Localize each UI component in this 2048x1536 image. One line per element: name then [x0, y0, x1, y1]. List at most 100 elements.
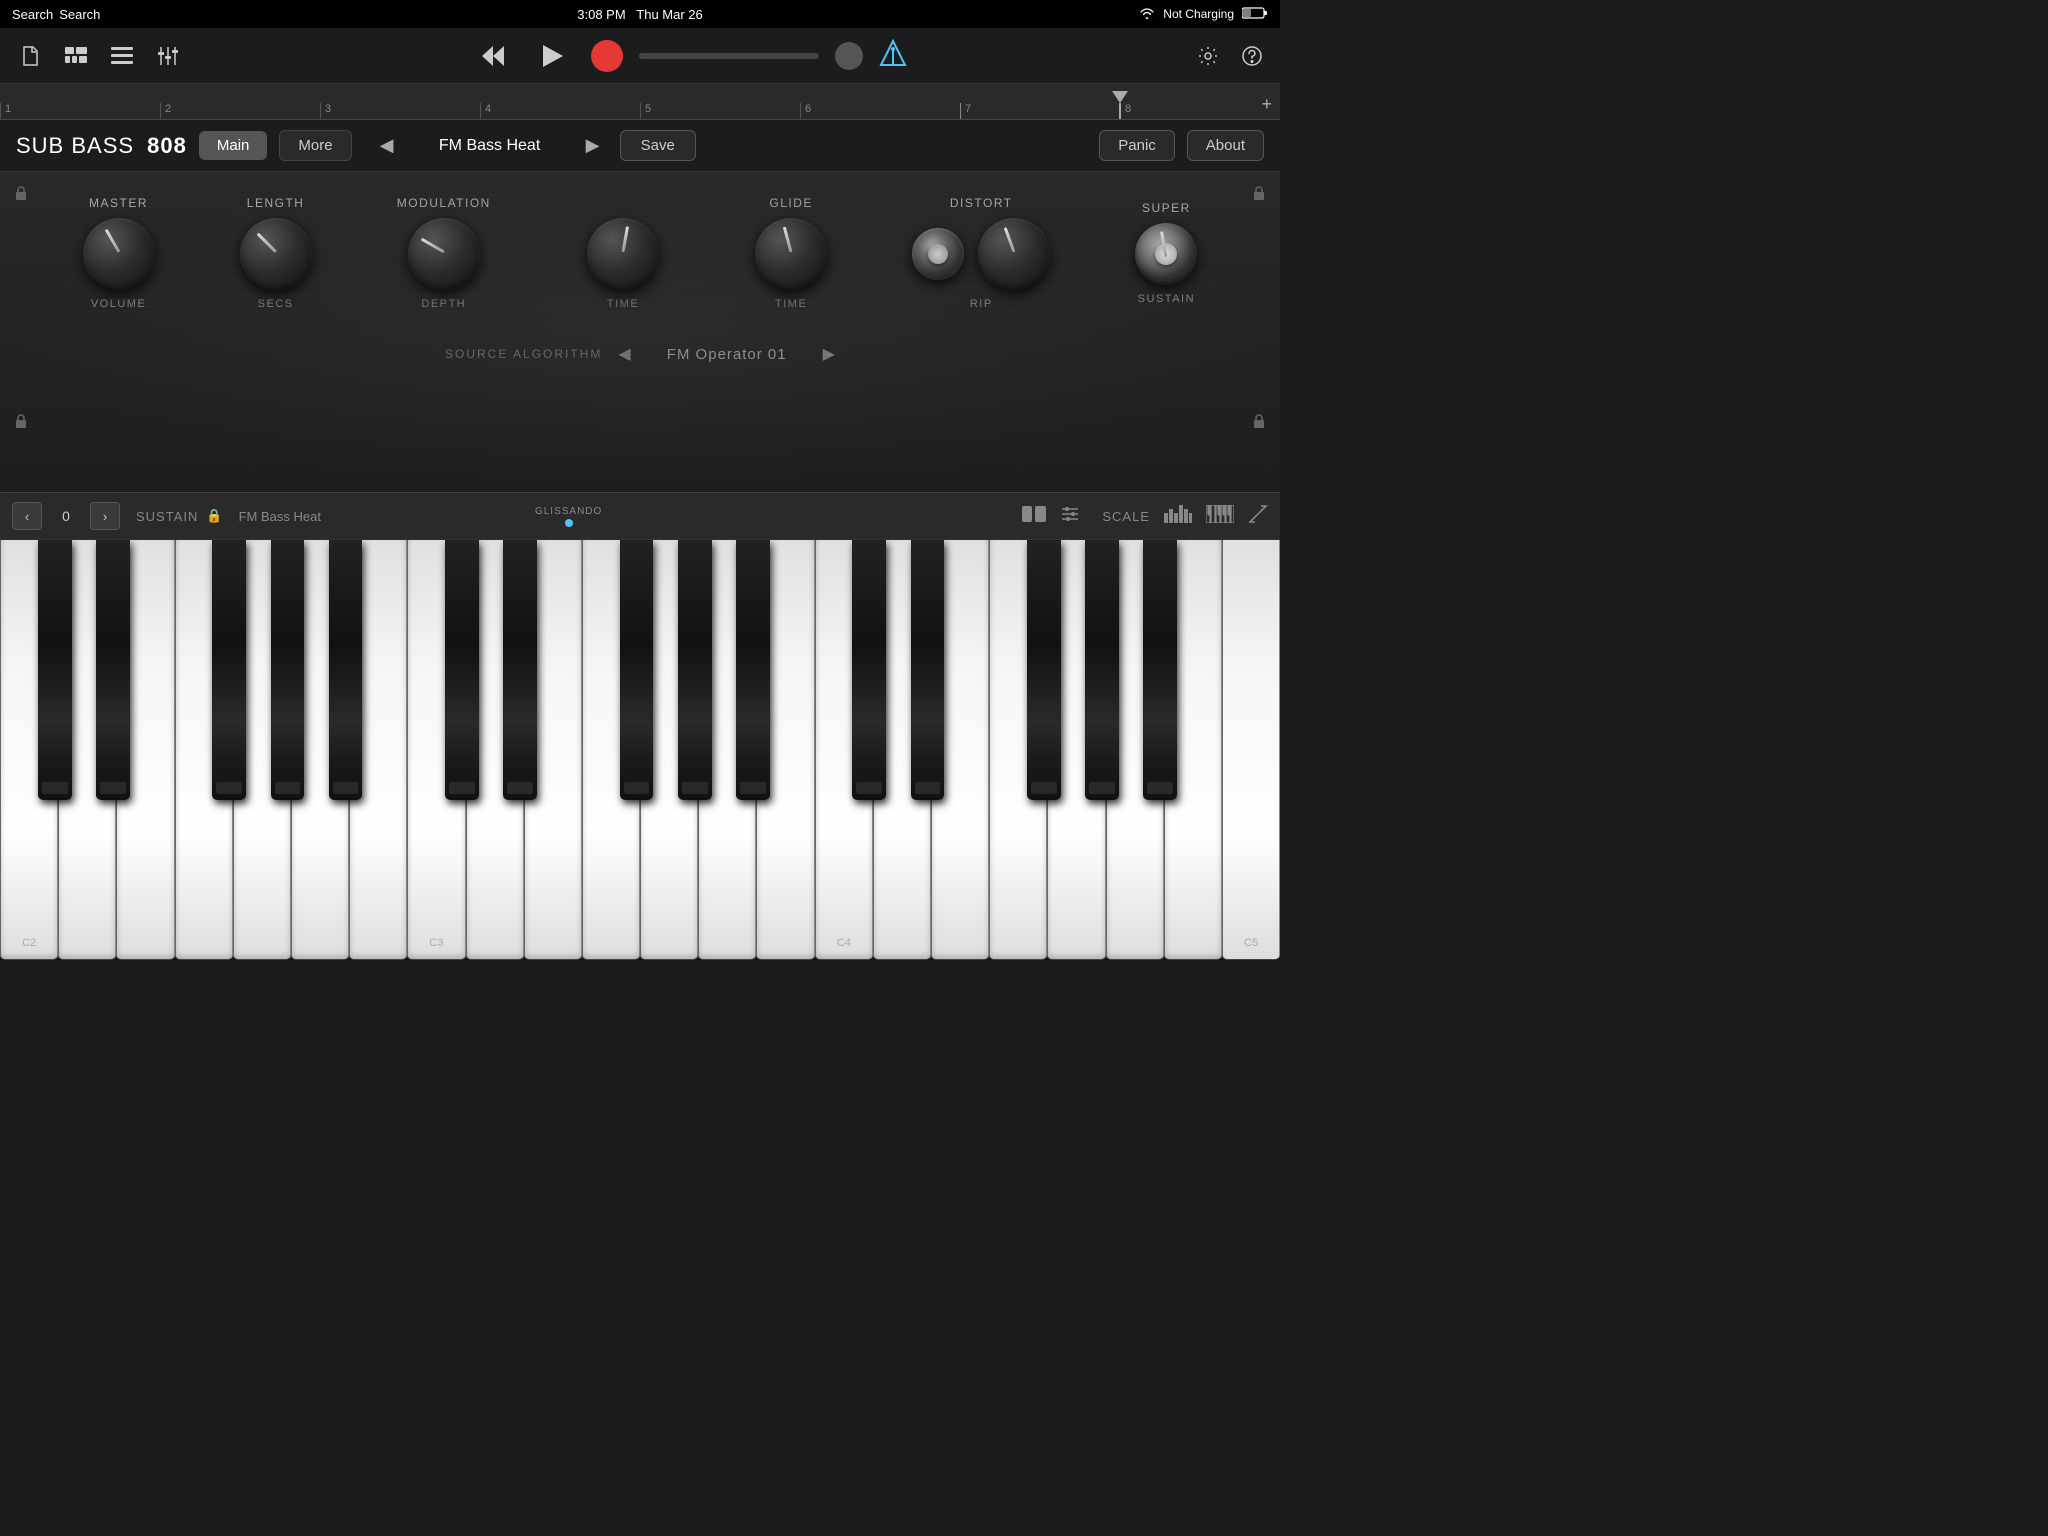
lock-bottom-left — [10, 410, 32, 432]
black-key-0-2[interactable] — [212, 540, 246, 800]
tab-more-button[interactable]: More — [279, 130, 351, 161]
octave-label-c4: C4 — [837, 937, 851, 949]
black-key-2-4[interactable] — [1143, 540, 1177, 800]
toolbar-right — [1192, 40, 1268, 72]
length-secs-knob[interactable] — [240, 218, 312, 290]
rip-label: RIP — [970, 298, 993, 310]
piano-keys-button[interactable] — [1206, 505, 1234, 528]
black-key-0-4[interactable] — [329, 540, 363, 800]
super-sustain-group: SUPER SUSTAIN — [1135, 201, 1197, 305]
preset-label-kbd: FM Bass Heat — [239, 509, 321, 524]
glide-time-group: GLIDE TIME — [755, 196, 827, 310]
record-button[interactable] — [591, 40, 623, 72]
source-next-button[interactable]: ▶ — [823, 344, 835, 364]
loop-button[interactable] — [835, 42, 863, 70]
black-key-0-0[interactable] — [38, 540, 72, 800]
black-key-1-4[interactable] — [736, 540, 770, 800]
status-bar: Search Search 3:08 PM Thu Mar 26 Not Cha… — [0, 0, 1280, 28]
modulation-label: MODULATION — [397, 196, 491, 210]
split-view-button[interactable] — [1022, 504, 1046, 529]
octave-up-button[interactable]: › — [90, 502, 120, 530]
piano-wrapper: C2C3C4C5 — [0, 540, 1280, 960]
black-key-0-1[interactable] — [96, 540, 130, 800]
depth-label: DEPTH — [421, 298, 466, 310]
preset-prev-button[interactable]: ◀ — [372, 131, 402, 161]
source-algorithm-row: SOURCE ALGORITHM ◀ FM Operator 01 ▶ — [0, 328, 1280, 372]
play-button[interactable] — [531, 38, 575, 74]
instrument-title-bold: 808 — [147, 133, 187, 158]
black-key-2-0[interactable] — [852, 540, 886, 800]
ruler-3: 3 — [320, 103, 480, 119]
filter-button[interactable] — [1060, 504, 1080, 529]
octave-label-c3: C3 — [429, 937, 443, 949]
toolbar — [0, 28, 1280, 84]
black-key-1-1[interactable] — [503, 540, 537, 800]
ruler-4: 4 — [480, 103, 640, 119]
mod-depth-group: MODULATION DEPTH — [397, 196, 491, 310]
metronome-icon[interactable] — [879, 39, 907, 73]
source-algorithm-value: FM Operator 01 — [647, 346, 807, 363]
ruler-7[interactable]: 7 — [960, 103, 1120, 119]
black-key-1-2[interactable] — [620, 540, 654, 800]
lock-top-left — [10, 182, 32, 204]
black-key-2-1[interactable] — [911, 540, 945, 800]
distort-knob[interactable] — [978, 218, 1050, 290]
settings-button[interactable] — [1192, 40, 1224, 72]
battery-icon — [1242, 6, 1268, 23]
resize-button[interactable] — [1248, 504, 1268, 529]
status-right: Not Charging — [1139, 6, 1268, 23]
ruler-6: 6 — [800, 103, 960, 119]
ruler-8: 8 — [1120, 103, 1280, 119]
mod-time-knob[interactable] — [587, 218, 659, 290]
keyboard-toolbar: ‹ 0 › SUSTAIN 🔒 FM Bass Heat GLISSANDO — [0, 492, 1280, 540]
super-sustain-knob[interactable] — [1135, 223, 1197, 285]
new-file-button[interactable] — [12, 38, 48, 74]
lock-bottom-right — [1248, 410, 1270, 432]
list-view-button[interactable] — [104, 38, 140, 74]
glissando-dot — [565, 519, 573, 527]
mixer-button[interactable] — [150, 38, 186, 74]
progress-bar[interactable] — [639, 53, 819, 59]
master-volume-knob[interactable] — [83, 218, 155, 290]
super-label: SUPER — [1142, 201, 1191, 215]
black-key-2-2[interactable] — [1027, 540, 1061, 800]
keyboard-toolbar-right: SCALE — [1022, 504, 1268, 529]
help-button[interactable] — [1236, 40, 1268, 72]
preset-next-button[interactable]: ▶ — [578, 131, 608, 161]
black-key-0-3[interactable] — [271, 540, 305, 800]
time-label: TIME — [607, 298, 639, 310]
date-display: Thu Mar 26 — [636, 7, 702, 22]
rewind-button[interactable] — [471, 38, 515, 74]
grid-view-button[interactable] — [58, 38, 94, 74]
length-label: LENGTH — [247, 196, 305, 210]
octave-label-c5: C5 — [1244, 937, 1258, 949]
ruler-2: 2 — [160, 103, 320, 119]
black-key-1-3[interactable] — [678, 540, 712, 800]
black-key-1-0[interactable] — [445, 540, 479, 800]
piano-keyboard: C2C3C4C5 — [0, 540, 1280, 960]
time-display: 3:08 PM — [577, 7, 625, 22]
about-button[interactable]: About — [1187, 130, 1264, 161]
search-label[interactable]: Search — [12, 7, 53, 22]
save-button[interactable]: Save — [620, 130, 696, 161]
sustain-label-kbd: SUSTAIN — [136, 509, 198, 524]
white-key-c5[interactable]: C5 — [1222, 540, 1280, 960]
glide-time-knob[interactable] — [755, 218, 827, 290]
black-key-2-3[interactable] — [1085, 540, 1119, 800]
glissando-label: GLISSANDO — [535, 506, 602, 517]
scale-label: SCALE — [1102, 509, 1150, 524]
mod-depth-knob[interactable] — [408, 218, 480, 290]
add-track-button[interactable]: + — [1261, 94, 1272, 115]
source-prev-button[interactable]: ◀ — [618, 344, 630, 364]
scale-pattern-button[interactable] — [1164, 505, 1192, 528]
ruler-1: 1 — [0, 103, 160, 119]
ruler-marks: 1 2 3 4 5 6 7 8 — [0, 103, 1280, 119]
rip-knob[interactable] — [912, 228, 964, 280]
master-label: MASTER — [89, 196, 148, 210]
octave-display: 0 — [50, 508, 82, 524]
instrument-area: MASTER VOLUME LENGTH SECS MODULATION DEP… — [0, 172, 1280, 492]
tab-main-button[interactable]: Main — [199, 131, 268, 160]
instrument-title: SUB BASS 808 — [16, 133, 187, 159]
panic-button[interactable]: Panic — [1099, 130, 1175, 161]
octave-down-button[interactable]: ‹ — [12, 502, 42, 530]
